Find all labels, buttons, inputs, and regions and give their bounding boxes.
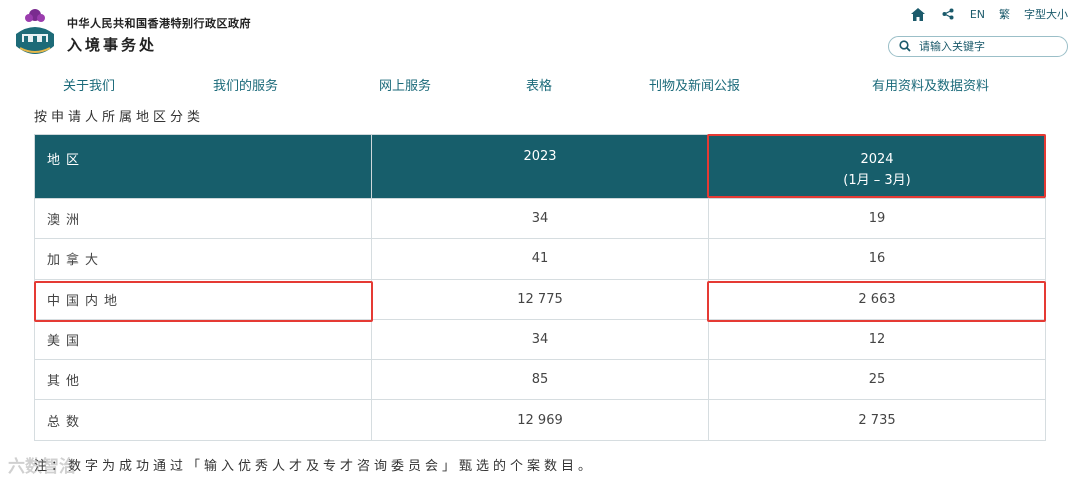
nav-item-useful-info-statistics[interactable]: 有用资料及数据资料 xyxy=(872,75,989,94)
government-title: 中华人民共和国香港特别行政区政府 xyxy=(67,17,251,30)
nav-item-publications-press[interactable]: 刊物及新闻公报 xyxy=(649,75,740,94)
table-row: 澳洲 34 19 xyxy=(34,197,1046,240)
cell-2024: 12 xyxy=(708,318,1046,361)
cell-2024: 2 735 xyxy=(708,399,1046,441)
header-2023: 2023 xyxy=(371,134,709,199)
statistics-table: 地区 2023 2024 (1月 – 3月) 澳洲 34 19 加拿大 41 1… xyxy=(34,134,1046,441)
watermark-text: 六数智治 xyxy=(8,457,76,477)
search-icon[interactable] xyxy=(899,37,911,56)
footnote: 注：数字为成功通过「输入优秀人才及专才咨询委员会」甄选的个案数目。 xyxy=(34,459,596,474)
header-2024-period: (1月 – 3月) xyxy=(843,173,911,188)
search-box[interactable] xyxy=(888,36,1068,57)
table-header-row: 地区 2023 2024 (1月 – 3月) xyxy=(34,134,1046,199)
table-row: 总数 12 969 2 735 xyxy=(34,399,1046,441)
table-row: 中国内地 12 775 2 663 xyxy=(34,278,1046,320)
cell-2023: 12 775 xyxy=(371,278,709,320)
cell-region: 中国内地 xyxy=(34,278,372,320)
cell-2024: 16 xyxy=(708,238,1046,280)
header-2024: 2024 (1月 – 3月) xyxy=(708,134,1046,199)
cell-2023: 12 969 xyxy=(371,399,709,441)
cell-2023: 41 xyxy=(371,238,709,280)
cell-region: 其他 xyxy=(34,359,372,401)
nav-item-our-services[interactable]: 我们的服务 xyxy=(213,75,278,94)
cell-region: 加拿大 xyxy=(34,238,372,280)
table-row: 其他 85 25 xyxy=(34,359,1046,401)
language-en-link[interactable]: EN xyxy=(970,8,985,21)
cell-2023: 34 xyxy=(371,318,709,361)
home-icon[interactable] xyxy=(910,6,926,22)
table-row: 加拿大 41 16 xyxy=(34,238,1046,280)
cell-2023: 34 xyxy=(371,197,709,240)
cell-2024: 19 xyxy=(708,197,1046,240)
department-title[interactable]: 入境事务处 xyxy=(67,34,157,55)
font-size-link[interactable]: 字型大小 xyxy=(1024,6,1068,22)
header-region: 地区 xyxy=(34,134,372,199)
language-traditional-link[interactable]: 繁 xyxy=(999,6,1010,22)
main-nav: 关于我们 我们的服务 网上服务 表格 刊物及新闻公报 有用资料及数据资料 xyxy=(0,75,1080,95)
site-header: 中华人民共和国香港特别行政区政府 入境事务处 EN 繁 字型大小 xyxy=(0,0,1080,70)
nav-item-forms[interactable]: 表格 xyxy=(526,75,552,94)
cell-region: 总数 xyxy=(34,399,372,441)
section-title: 按申请人所属地区分类 xyxy=(34,110,205,125)
nav-item-about-us[interactable]: 关于我们 xyxy=(63,75,115,94)
cell-2024: 25 xyxy=(708,359,1046,401)
cell-2024: 2 663 xyxy=(708,278,1046,320)
cell-region: 美国 xyxy=(34,318,372,361)
nav-item-online-services[interactable]: 网上服务 xyxy=(379,75,431,94)
table-row: 美国 34 12 xyxy=(34,318,1046,361)
header-2024-year: 2024 xyxy=(860,152,894,167)
cell-region: 澳洲 xyxy=(34,197,372,240)
utility-bar: EN 繁 字型大小 xyxy=(910,6,1068,22)
share-icon[interactable] xyxy=(940,6,956,22)
cell-2023: 85 xyxy=(371,359,709,401)
hksar-emblem-logo[interactable] xyxy=(12,6,58,60)
watermark-logo: 六数智治 xyxy=(8,452,76,477)
search-input[interactable] xyxy=(919,40,1049,53)
